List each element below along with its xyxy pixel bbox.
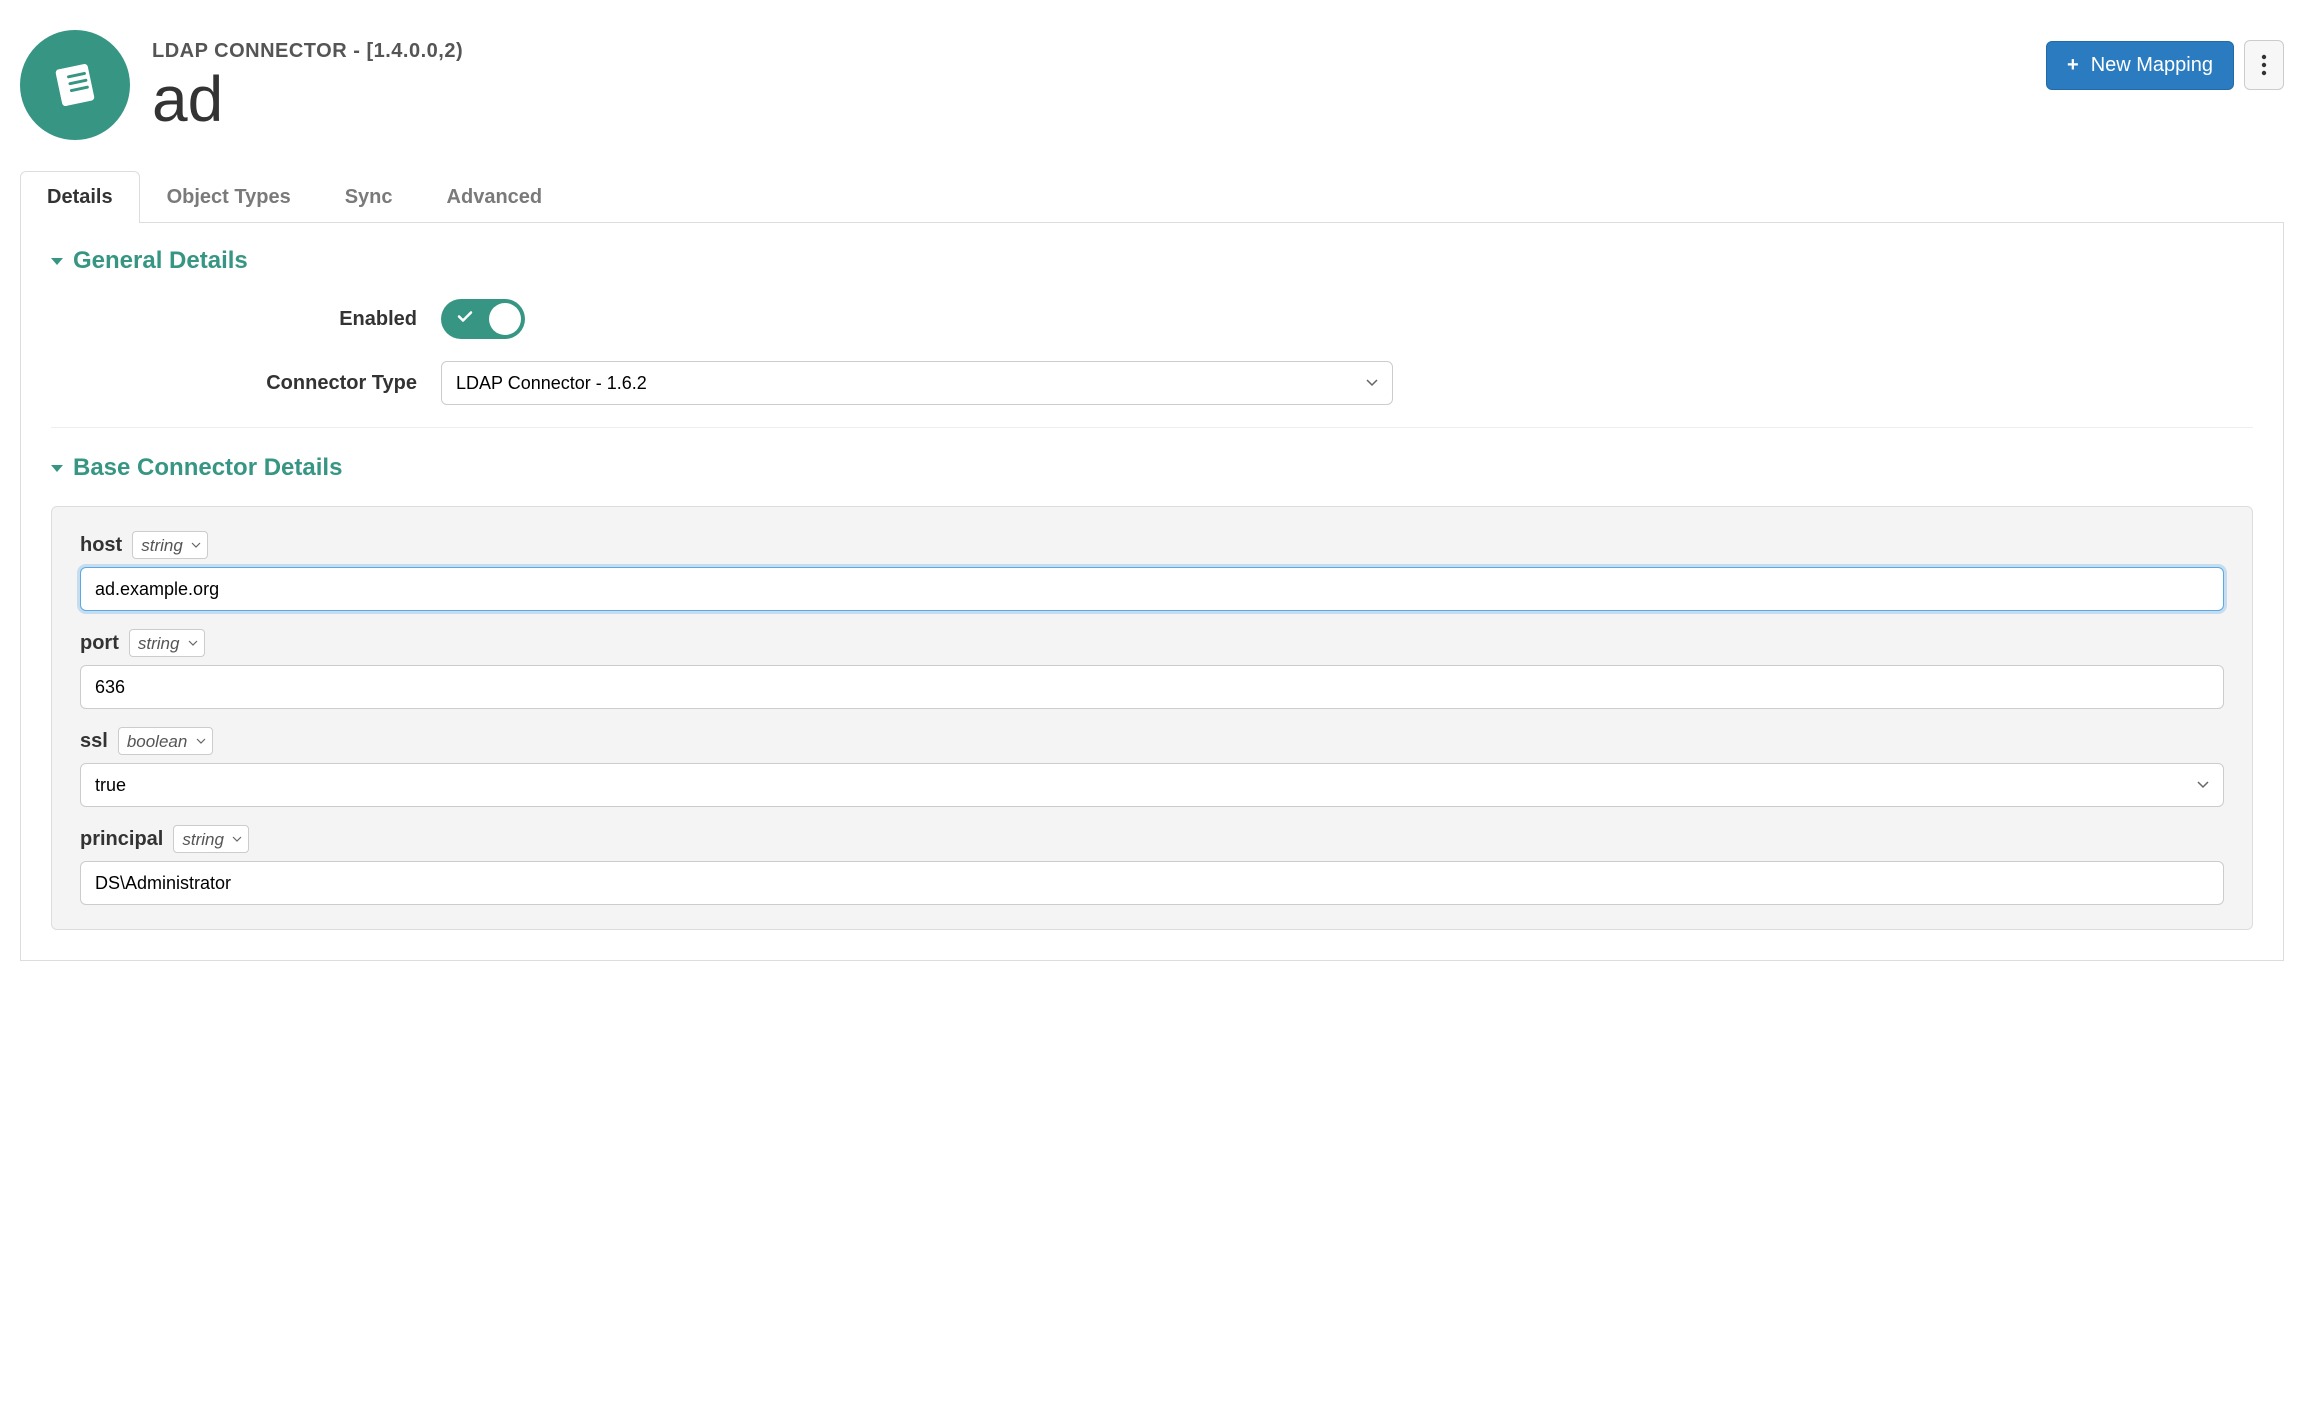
field-principal: principal string [80, 825, 2224, 905]
input-host[interactable] [80, 567, 2224, 611]
chevron-down-icon [51, 258, 63, 265]
tab-sync[interactable]: Sync [318, 171, 420, 223]
section-general-header[interactable]: General Details [51, 247, 2253, 275]
label-ssl: ssl [80, 730, 108, 753]
input-port[interactable] [80, 665, 2224, 709]
base-connector-box: host string port string ssl [51, 506, 2253, 930]
select-ssl[interactable]: true [80, 763, 2224, 807]
type-select-host[interactable]: string [132, 531, 208, 559]
header-titles: LDAP CONNECTOR - [1.4.0.0,2) ad [152, 40, 463, 131]
type-select-principal[interactable]: string [173, 825, 249, 853]
type-select-ssl[interactable]: boolean [118, 727, 213, 755]
section-base-title: Base Connector Details [73, 454, 342, 482]
tab-object-types[interactable]: Object Types [140, 171, 318, 223]
more-actions-button[interactable] [2244, 40, 2284, 90]
header-left: LDAP CONNECTOR - [1.4.0.0,2) ad [20, 30, 463, 140]
input-principal[interactable] [80, 861, 2224, 905]
connector-logo [20, 30, 130, 140]
connector-subtitle: LDAP CONNECTOR - [1.4.0.0,2) [152, 40, 463, 63]
divider [51, 427, 2253, 428]
field-ssl: ssl boolean true [80, 727, 2224, 807]
plus-icon: + [2067, 54, 2079, 77]
section-general-title: General Details [73, 247, 248, 275]
type-select-port[interactable]: string [129, 629, 205, 657]
label-port: port [80, 632, 119, 655]
book-icon [47, 57, 103, 113]
label-host: host [80, 534, 122, 557]
kebab-icon [2261, 54, 2267, 76]
row-enabled: Enabled [51, 299, 2253, 339]
page-header: LDAP CONNECTOR - [1.4.0.0,2) ad + New Ma… [20, 10, 2284, 170]
field-port: port string [80, 629, 2224, 709]
row-connector-type: Connector Type LDAP Connector - 1.6.2 [51, 361, 2253, 405]
new-mapping-label: New Mapping [2091, 54, 2213, 77]
toggle-knob [489, 303, 521, 335]
toggle-enabled[interactable] [441, 299, 525, 339]
field-host: host string [80, 531, 2224, 611]
chevron-down-icon [51, 465, 63, 472]
select-connector-type[interactable]: LDAP Connector - 1.6.2 [441, 361, 1393, 405]
tabs: Details Object Types Sync Advanced [20, 170, 2284, 223]
new-mapping-button[interactable]: + New Mapping [2046, 41, 2234, 90]
tab-advanced[interactable]: Advanced [420, 171, 570, 223]
label-enabled: Enabled [51, 308, 441, 331]
tab-details[interactable]: Details [20, 171, 140, 223]
tab-content: General Details Enabled Connector Type L… [20, 223, 2284, 961]
check-icon [457, 309, 473, 330]
section-base-header[interactable]: Base Connector Details [51, 454, 2253, 482]
header-actions: + New Mapping [2046, 30, 2284, 90]
label-connector-type: Connector Type [51, 372, 441, 395]
label-principal: principal [80, 828, 163, 851]
connector-title: ad [152, 67, 463, 131]
